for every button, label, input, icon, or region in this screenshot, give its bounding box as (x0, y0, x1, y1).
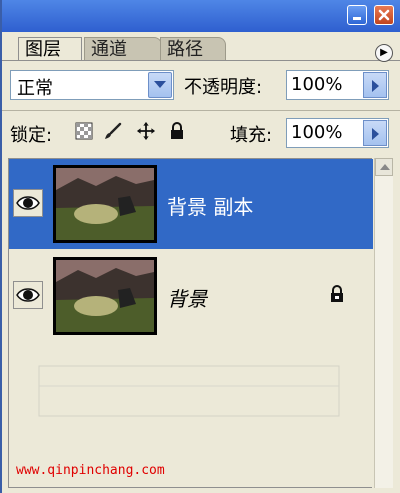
opacity-field[interactable]: 100% (286, 70, 389, 100)
blend-mode-select[interactable]: 正常 (10, 70, 174, 100)
layer-name: 背景 (167, 287, 207, 311)
scroll-up-button[interactable] (375, 158, 393, 176)
lock-icon[interactable] (168, 122, 186, 140)
layers-panel: 图层 通道 路径 ▶ 正常 不透明度: 100% 锁定: 填充: 100% 背景… (0, 0, 400, 493)
watermark-text: www.qinpinchang.com (16, 463, 165, 478)
tab-bar: 图层 通道 路径 (2, 32, 400, 61)
fill-arrow-button[interactable] (363, 120, 387, 146)
panel-menu-button[interactable]: ▶ (375, 44, 393, 62)
blend-mode-value: 正常 (17, 78, 53, 99)
tab-paths[interactable]: 路径 (160, 37, 226, 60)
eye-icon (16, 288, 40, 302)
layer-row-background[interactable]: 背景 (9, 251, 373, 341)
layers-scrollbar[interactable] (374, 158, 393, 488)
layer-row-background-copy[interactable]: 背景 副本 (9, 159, 373, 249)
fill-field[interactable]: 100% (286, 118, 389, 148)
layers-list: 背景 副本 背景 (8, 158, 373, 488)
blend-row: 正常 不透明度: 100% (2, 62, 400, 108)
tab-channels[interactable]: 通道 (84, 37, 162, 60)
brush-icon[interactable] (104, 122, 122, 140)
lock-label: 锁定: (10, 125, 53, 146)
tab-layers[interactable]: 图层 (18, 37, 82, 60)
eye-icon (16, 196, 40, 210)
opacity-arrow-button[interactable] (363, 72, 387, 98)
visibility-toggle[interactable] (13, 281, 43, 309)
layer-name: 背景 副本 (167, 195, 254, 219)
fill-value: 100% (291, 122, 343, 143)
lock-row: 锁定: 填充: 100% (2, 110, 400, 156)
move-icon[interactable] (136, 122, 156, 140)
checkerboard-icon[interactable] (75, 122, 93, 140)
layer-thumbnail (53, 257, 157, 335)
panel-menu-icon: ▶ (380, 47, 388, 58)
opacity-value: 100% (291, 74, 343, 95)
empty-area (29, 356, 359, 426)
lock-icon (331, 285, 343, 302)
title-bar (2, 0, 400, 32)
opacity-label: 不透明度: (184, 77, 263, 98)
fill-label: 填充: (230, 125, 273, 146)
layer-thumbnail (53, 165, 157, 243)
chevron-down-icon[interactable] (148, 72, 172, 98)
visibility-toggle[interactable] (13, 189, 43, 217)
close-button[interactable] (374, 5, 394, 25)
minimize-button[interactable] (347, 5, 367, 25)
close-icon (378, 9, 390, 21)
